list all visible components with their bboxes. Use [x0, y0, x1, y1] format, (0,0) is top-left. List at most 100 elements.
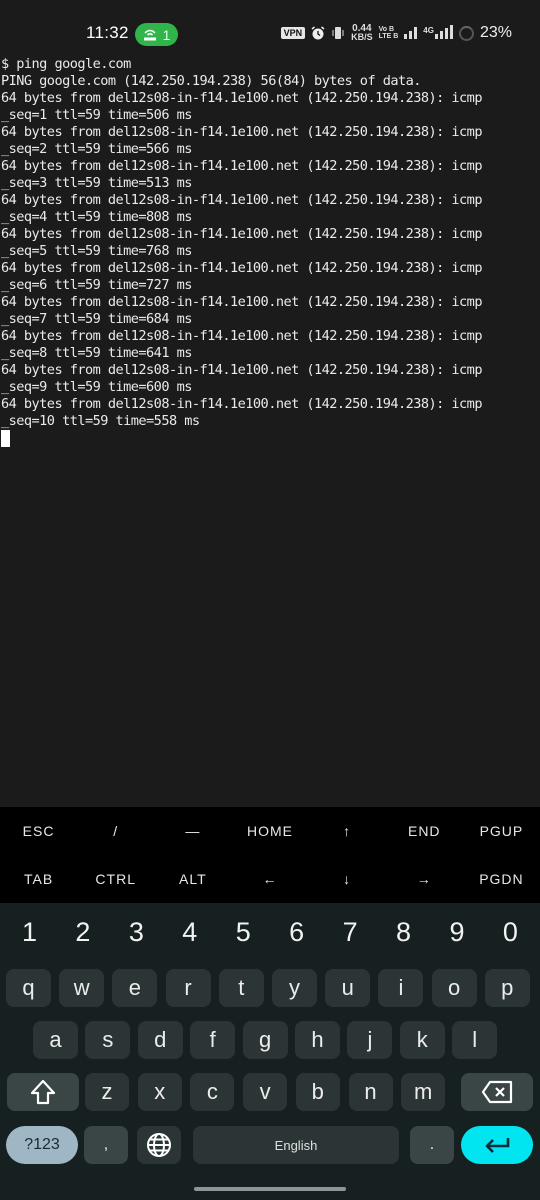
key-z[interactable]: z: [85, 1073, 129, 1111]
key-5[interactable]: 5: [217, 917, 270, 948]
hotspot-badge[interactable]: 1: [135, 23, 178, 46]
terminal-line: _seq=8 ttl=59 time=641 ms: [1, 345, 192, 361]
terminal-line: _seq=1 ttl=59 time=506 ms: [1, 107, 192, 123]
terminal-line: 64 bytes from del12s08-in-f14.1e100.net …: [1, 158, 483, 174]
soft-keyboard: 1234567890 qwertyuiop asdfghjkl zxcvbnm …: [0, 903, 540, 1200]
terminal-line: 64 bytes from del12s08-in-f14.1e100.net …: [1, 226, 483, 242]
key-s[interactable]: s: [85, 1021, 131, 1059]
clock: 11:32: [86, 23, 129, 42]
alarm-icon: [311, 26, 325, 40]
key-n[interactable]: n: [348, 1073, 393, 1111]
terminal-line: _seq=4 ttl=59 time=808 ms: [1, 209, 192, 225]
extra-key--1-3[interactable]: ←: [231, 871, 308, 887]
globe-icon: [147, 1133, 171, 1157]
backspace-icon: [481, 1080, 513, 1104]
terminal-line: 64 bytes from del12s08-in-f14.1e100.net …: [1, 260, 483, 276]
key-k[interactable]: k: [399, 1021, 445, 1059]
key-v[interactable]: v: [243, 1073, 288, 1111]
battery-icon: [458, 25, 474, 41]
period-key[interactable]: .: [410, 1126, 454, 1164]
key-h[interactable]: h: [295, 1021, 340, 1059]
key-e[interactable]: e: [112, 969, 158, 1007]
space-bar[interactable]: English: [193, 1126, 399, 1164]
key-d[interactable]: d: [137, 1021, 183, 1059]
key-x[interactable]: x: [137, 1073, 182, 1111]
terminal-line: _seq=6 ttl=59 time=727 ms: [1, 277, 192, 293]
symbols-key[interactable]: ?123: [6, 1126, 78, 1164]
gesture-nav-bar[interactable]: [194, 1187, 346, 1191]
extra-key--0-1[interactable]: /: [77, 823, 154, 839]
terminal-line: 64 bytes from del12s08-in-f14.1e100.net …: [1, 396, 483, 412]
key-0[interactable]: 0: [484, 917, 537, 948]
key-3[interactable]: 3: [110, 917, 163, 948]
key-4[interactable]: 4: [163, 917, 216, 948]
network-type: 4G: [423, 26, 434, 35]
net-speed: 0.44 KB/S: [351, 24, 373, 42]
net-speed-unit: KB/S: [351, 32, 373, 42]
key-c[interactable]: c: [190, 1073, 235, 1111]
extra-key-pgdn[interactable]: PGDN: [463, 871, 540, 887]
signal-icon: [404, 27, 418, 39]
volte-indicator: Vo B LTE B: [379, 26, 399, 40]
terminal-line: _seq=5 ttl=59 time=768 ms: [1, 243, 192, 259]
terminal-line: _seq=10 ttl=59 time=558 ms: [1, 413, 200, 429]
key-a[interactable]: a: [33, 1021, 78, 1059]
shift-icon: [30, 1079, 56, 1105]
key-u[interactable]: u: [325, 969, 371, 1007]
terminal-line: _seq=2 ttl=59 time=566 ms: [1, 141, 192, 157]
terminal-line: 64 bytes from del12s08-in-f14.1e100.net …: [1, 328, 483, 344]
comma-key[interactable]: ,: [84, 1126, 128, 1164]
backspace-key[interactable]: [461, 1073, 533, 1111]
key-m[interactable]: m: [401, 1073, 446, 1111]
key-p[interactable]: p: [484, 969, 530, 1007]
terminal-cursor: [1, 430, 10, 447]
key-o[interactable]: o: [431, 969, 477, 1007]
key-9[interactable]: 9: [431, 917, 484, 948]
terminal-line: _seq=7 ttl=59 time=684 ms: [1, 311, 192, 327]
extra-key-pgup[interactable]: PGUP: [463, 823, 540, 839]
key-f[interactable]: f: [190, 1021, 236, 1059]
key-b[interactable]: b: [295, 1073, 340, 1111]
extra-key--0-4[interactable]: ↑: [309, 823, 386, 839]
status-bar: 11:32 1 VPN 0.44 KB/S Vo B LTE B 4G 23%: [0, 0, 540, 56]
volte-bottom: LTE B: [378, 33, 399, 40]
terminal-line: 64 bytes from del12s08-in-f14.1e100.net …: [1, 294, 483, 310]
enter-key[interactable]: [461, 1126, 533, 1164]
hotspot-icon: [143, 29, 156, 41]
vpn-icon: VPN: [280, 27, 306, 39]
terminal-line: PING google.com (142.250.194.238) 56(84)…: [1, 73, 421, 89]
shift-key[interactable]: [7, 1073, 79, 1111]
key-g[interactable]: g: [242, 1021, 288, 1059]
extra-key--1-4[interactable]: ↓: [309, 871, 386, 887]
extra-key-esc[interactable]: ESC: [0, 823, 77, 839]
extra-key-home[interactable]: HOME: [231, 823, 308, 839]
extra-key-end[interactable]: END: [386, 823, 463, 839]
terminal-line: 64 bytes from del12s08-in-f14.1e100.net …: [1, 192, 483, 208]
key-w[interactable]: w: [59, 969, 105, 1007]
key-r[interactable]: r: [165, 969, 211, 1007]
key-8[interactable]: 8: [377, 917, 430, 948]
extra-key--1-5[interactable]: →: [386, 871, 463, 887]
key-i[interactable]: i: [378, 969, 424, 1007]
extra-key--0-2[interactable]: —: [154, 823, 231, 839]
key-t[interactable]: t: [218, 969, 264, 1007]
terminal-line: 64 bytes from del12s08-in-f14.1e100.net …: [1, 124, 483, 140]
key-l[interactable]: l: [452, 1021, 498, 1059]
vibrate-icon: [332, 27, 344, 39]
key-j[interactable]: j: [347, 1021, 393, 1059]
extra-key-alt[interactable]: ALT: [154, 871, 231, 887]
terminal-line: 64 bytes from del12s08-in-f14.1e100.net …: [1, 362, 483, 378]
key-7[interactable]: 7: [324, 917, 377, 948]
key-q[interactable]: q: [6, 969, 51, 1007]
key-1[interactable]: 1: [3, 917, 56, 948]
extra-key-tab[interactable]: TAB: [0, 871, 77, 887]
terminal-line: _seq=3 ttl=59 time=513 ms: [1, 175, 192, 191]
terminal-line: 64 bytes from del12s08-in-f14.1e100.net …: [1, 90, 483, 106]
language-key[interactable]: [137, 1126, 181, 1164]
extra-key-ctrl[interactable]: CTRL: [77, 871, 154, 887]
key-6[interactable]: 6: [270, 917, 323, 948]
key-2[interactable]: 2: [56, 917, 109, 948]
terminal-output[interactable]: $ ping google.com PING google.com (142.25…: [0, 56, 540, 807]
key-y[interactable]: y: [272, 969, 317, 1007]
terminal-line: _seq=9 ttl=59 time=600 ms: [1, 379, 192, 395]
